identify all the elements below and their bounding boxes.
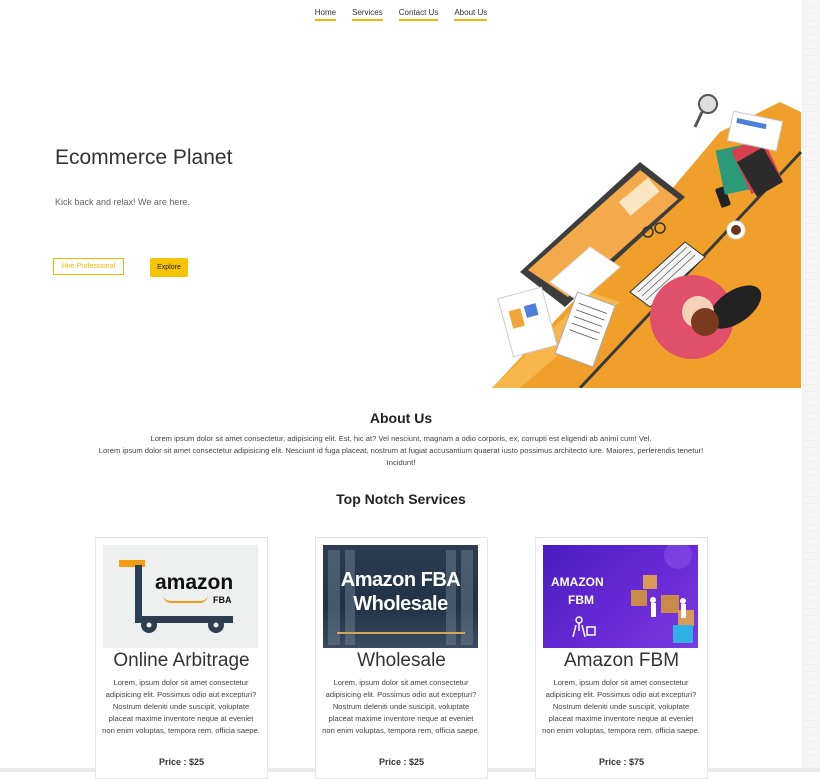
service-price: Price : $75 (598, 757, 645, 767)
service-card-wholesale: Amazon FBA Wholesale Wholesale Lorem, ip… (315, 537, 488, 779)
nav-contact-us[interactable]: Contact Us (398, 8, 439, 21)
service-price: Price : $25 (158, 757, 205, 767)
amazon-fba-wholesale-image: Amazon FBA Wholesale (323, 545, 478, 648)
about-title: About Us (369, 410, 433, 426)
explore-button[interactable]: Explore (150, 258, 188, 277)
scrollbar[interactable] (802, 0, 820, 772)
service-card-online-arbitrage: amazon FBA Online Arbitrage Lorem, ipsum… (95, 537, 268, 779)
about-line-3: Incidunt! (386, 458, 416, 467)
service-name: Wholesale (357, 650, 446, 671)
amazon-smile (163, 595, 208, 603)
service-name: Online Arbitrage (113, 650, 250, 671)
about-text: Lorem ipsum dolor sit amet consectetur, … (70, 433, 732, 469)
nav-services[interactable]: Services (352, 8, 383, 21)
top-nav: Home Services Contact Us About Us (0, 8, 802, 21)
nav-home[interactable]: Home (314, 8, 337, 21)
fbm-text: FBM (568, 593, 594, 607)
fba-wholesale-subtitle: Wholesale (353, 593, 448, 615)
about-line-1: Lorem ipsum dolor sit amet consectetur, … (150, 434, 652, 443)
hero-illustration (490, 92, 803, 390)
fbm-amazon-text: AMAZON (551, 575, 604, 589)
amazon-fbm-image: AMAZON FBM (543, 545, 698, 648)
fba-wholesale-title: Amazon FBA (340, 569, 461, 591)
amazon-logo-text: amazon (155, 571, 234, 594)
service-name: Amazon FBM (563, 650, 680, 671)
service-description: Lorem, ipsum dolor sit amet consectetur … (542, 678, 700, 735)
hero-subtitle: Kick back and relax! We are here. (55, 197, 190, 207)
services-title: Top Notch Services (336, 491, 466, 507)
hire-professional-button[interactable]: Hire Professional (53, 258, 124, 275)
fba-logo-text: FBA (213, 595, 232, 605)
hero-title: Ecommerce Planet (55, 146, 233, 169)
service-description: Lorem, ipsum dolor sit amet consectetur … (322, 678, 480, 735)
about-line-2: Lorem ipsum dolor sit amet consectetur a… (98, 446, 704, 455)
service-description: Lorem, ipsum dolor sit amet consectetur … (102, 678, 260, 735)
nav-about-us[interactable]: About Us (454, 8, 488, 21)
service-price: Price : $25 (378, 757, 425, 767)
amazon-fba-logo-image: amazon FBA (103, 545, 258, 648)
service-card-amazon-fbm: AMAZON FBM Amazon FBM Lorem, ipsum dolor… (535, 537, 708, 779)
